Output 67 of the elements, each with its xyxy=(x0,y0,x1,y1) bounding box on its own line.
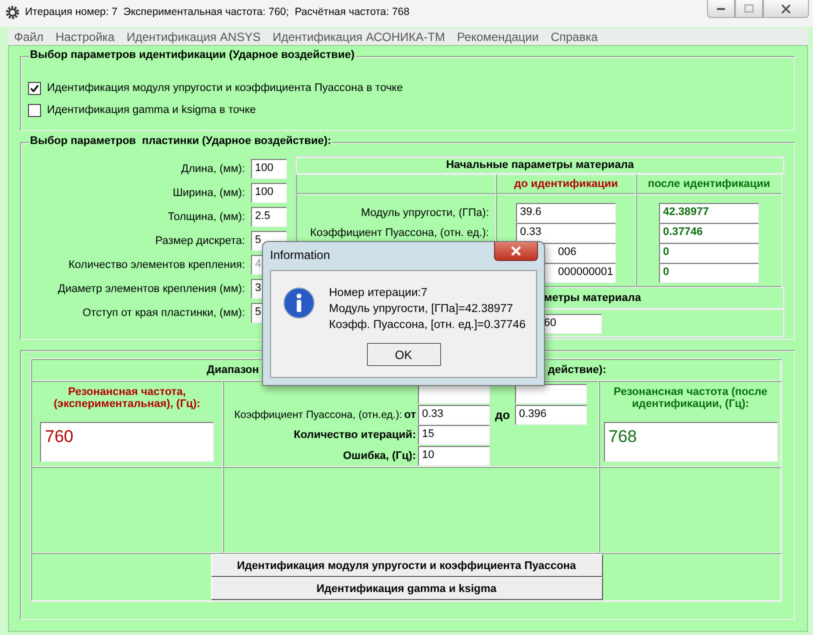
message-text: Номер итерации:7 xyxy=(329,286,428,301)
field-label: Коэффициент Пуассона, (отн. ед.): xyxy=(310,227,489,239)
table-heading: метры материала xyxy=(544,292,641,304)
field-label: от xyxy=(404,408,416,421)
menu-item[interactable]: Справка xyxy=(544,30,604,44)
input-field[interactable]: 760 xyxy=(40,422,214,462)
action-button[interactable]: Идентификация gamma и ksigma xyxy=(210,577,602,600)
input-field[interactable] xyxy=(515,384,587,404)
table-heading: Начальные параметры материала xyxy=(296,157,784,174)
table-heading: действие): xyxy=(548,364,606,376)
input-field[interactable]: 15 xyxy=(418,425,490,446)
menu-item[interactable]: Идентификация ANSYS xyxy=(120,30,267,44)
field-label: Резонансная частота, (экспериментальная), (Гц): xyxy=(52,386,202,412)
field-label: Размер дискрета: xyxy=(154,235,245,247)
field-label: Количество итераций: xyxy=(294,429,416,442)
field-label: Ошибка, (Гц): xyxy=(342,450,416,462)
field-label: Количество элементов крепления: xyxy=(68,259,245,271)
close-button[interactable] xyxy=(494,242,538,261)
group-title: Выбор параметров идентификации (Ударное воздействие) xyxy=(29,49,356,61)
group-title: Выбор параметров пластинки (Ударное воздействие): xyxy=(29,135,332,147)
field-label: Модуль упругости, (ГПа): xyxy=(360,207,489,219)
input-field[interactable]: 768 xyxy=(604,422,778,462)
menu-item[interactable]: Файл xyxy=(8,30,50,44)
info-icon xyxy=(283,287,315,319)
menu-item[interactable]: Настройка xyxy=(50,30,121,44)
minimize-icon xyxy=(716,8,726,10)
column-heading: до идентификации xyxy=(496,174,636,194)
action-button[interactable]: Идентификация модуля упругости и коэффициента Пуассона xyxy=(210,554,602,577)
close-icon xyxy=(510,246,522,256)
table-heading: Диапазон xyxy=(206,364,259,376)
field-label: Ширина, (мм): xyxy=(172,187,245,199)
close-icon xyxy=(781,4,791,14)
input-field[interactable]: 0.33 xyxy=(516,223,616,243)
input-field[interactable]: 0.396 xyxy=(515,404,587,425)
input-field[interactable]: 10 xyxy=(418,446,490,466)
input-field[interactable]: 0.33 xyxy=(418,404,490,425)
column-heading: после идентификации xyxy=(636,174,782,194)
input-field[interactable]: 39.6 xyxy=(516,203,616,223)
menu-item[interactable]: Рекомендации xyxy=(450,30,545,44)
gear-icon xyxy=(5,5,20,20)
checkbox-label: Идентификация gamma и ksigma в точке xyxy=(47,104,256,116)
field-label: Отступ от края пластинки, (мм): xyxy=(81,307,245,319)
message-text: Модуль упругости, [ГПа]=42.38977 xyxy=(329,302,514,317)
input-field[interactable]: 100 xyxy=(251,159,287,179)
checkbox-label: Идентификация модуля упругости и коэффициента Пуассона в точке xyxy=(47,82,403,94)
minimize-button[interactable] xyxy=(707,0,735,18)
dialog-title: Information xyxy=(270,248,330,262)
input-field[interactable]: 0 xyxy=(659,243,759,263)
field-label: Длина, (мм): xyxy=(180,163,245,175)
input-field[interactable]: 42.38977 xyxy=(659,203,759,223)
field-label: Коэффициент Пуассона, (отн.ед.): xyxy=(234,408,402,421)
field-label: Толщина, (мм): xyxy=(166,211,245,223)
menu-item[interactable]: Идентификация АСОНИКА-ТМ xyxy=(266,30,451,44)
field-label: до xyxy=(494,408,511,422)
checkbox[interactable] xyxy=(28,82,41,94)
ok-button[interactable]: OK xyxy=(366,343,440,366)
checkbox[interactable] xyxy=(28,104,41,116)
window-title: Итерация номер: 7 Экспериментальная частота: 760; Расчётная частота: 768 xyxy=(25,6,410,18)
input-field[interactable]: 2.5 xyxy=(251,207,287,227)
field-label: Диаметр элементов крепления (мм): xyxy=(56,283,245,295)
maximize-icon xyxy=(744,4,754,14)
field-label: Резонансная частота (после идентификации, (Гц): xyxy=(612,386,768,412)
close-button[interactable] xyxy=(763,0,809,18)
input-field[interactable]: 100 xyxy=(251,183,287,203)
input-field[interactable]: 0.37746 xyxy=(659,223,759,243)
input-field[interactable]: 0 xyxy=(659,263,759,283)
input-field[interactable] xyxy=(418,384,490,404)
